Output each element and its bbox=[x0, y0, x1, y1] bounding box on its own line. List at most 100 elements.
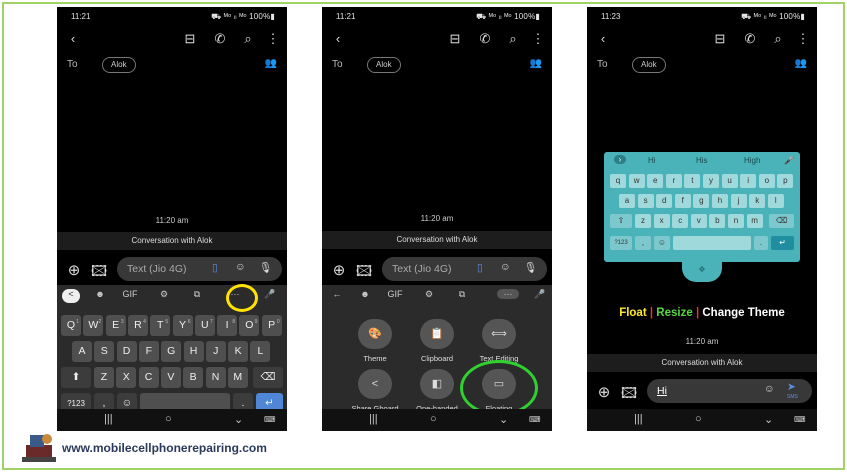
mic-icon[interactable]: 🎤 bbox=[260, 289, 280, 300]
back-icon[interactable]: ‹ bbox=[330, 31, 346, 46]
key-b[interactable]: B bbox=[183, 367, 204, 388]
palette-icon[interactable]: 🎨 bbox=[358, 319, 392, 349]
more-vert-icon[interactable]: ⋮ bbox=[265, 31, 281, 47]
back-nav-icon[interactable]: ⌄ bbox=[764, 413, 773, 426]
add-icon[interactable]: ⊕ bbox=[64, 261, 84, 287]
chat-icon[interactable]: ⊟ bbox=[182, 31, 198, 47]
chat-icon[interactable]: ⊟ bbox=[447, 31, 463, 47]
shift-key[interactable]: ⬆ bbox=[61, 367, 91, 388]
key-f[interactable]: f bbox=[674, 194, 691, 208]
recents-icon[interactable]: ||| bbox=[634, 413, 643, 425]
key-s[interactable]: s bbox=[637, 194, 654, 208]
group-icon[interactable]: 👥 bbox=[530, 58, 542, 69]
text-editing-icon[interactable]: ⟺ bbox=[482, 319, 516, 349]
key-x[interactable]: x bbox=[653, 214, 670, 228]
home-icon[interactable]: ○ bbox=[430, 413, 437, 425]
key-e[interactable]: E3 bbox=[105, 315, 126, 336]
more-vert-icon[interactable]: ⋮ bbox=[530, 31, 546, 47]
key-y[interactable]: Y6 bbox=[172, 315, 193, 336]
back-icon[interactable]: ‹ bbox=[65, 31, 81, 46]
floating-keyboard-drag-handle[interactable]: ✥ bbox=[682, 262, 722, 282]
keyboard-switch-icon[interactable]: ⌨ bbox=[529, 415, 541, 424]
enter-key[interactable]: ↵ bbox=[771, 236, 794, 250]
key-l[interactable]: L bbox=[250, 341, 271, 362]
share-icon[interactable]: < bbox=[358, 369, 392, 399]
key-o[interactable]: O9 bbox=[239, 315, 260, 336]
key-z[interactable]: Z bbox=[94, 367, 114, 388]
back-nav-icon[interactable]: ⌄ bbox=[499, 413, 508, 426]
sticker-icon[interactable]: ☻ bbox=[90, 289, 110, 299]
key-q[interactable]: q bbox=[610, 174, 626, 188]
key-n[interactable]: n bbox=[728, 214, 744, 228]
key-s[interactable]: S bbox=[94, 341, 115, 362]
key-g[interactable]: G bbox=[161, 341, 182, 362]
key-b[interactable]: b bbox=[709, 214, 726, 228]
clipboard-icon[interactable]: ▯ bbox=[477, 262, 483, 274]
mic-icon[interactable]: 🎤 bbox=[530, 289, 550, 300]
key-t[interactable]: T5 bbox=[150, 315, 171, 336]
keyboard-switch-icon[interactable]: ⌨ bbox=[264, 415, 276, 424]
comma-key[interactable]: , bbox=[635, 236, 651, 250]
sticker-icon[interactable]: ☻ bbox=[355, 289, 375, 299]
key-l[interactable]: l bbox=[767, 194, 784, 208]
recents-icon[interactable]: ||| bbox=[369, 413, 378, 425]
mic-icon[interactable]: 🎙 bbox=[259, 261, 272, 274]
settings-icon[interactable]: ⚙ bbox=[419, 289, 439, 300]
key-u[interactable]: U7 bbox=[194, 315, 215, 336]
key-c[interactable]: C bbox=[138, 367, 159, 388]
backspace-key[interactable]: ⌫ bbox=[769, 214, 794, 228]
key-m[interactable]: m bbox=[746, 214, 763, 228]
key-g[interactable]: g bbox=[693, 194, 710, 208]
emoji-icon[interactable]: ☺ bbox=[235, 261, 246, 273]
key-a[interactable]: A bbox=[72, 341, 92, 362]
recipient-chip[interactable]: Alok bbox=[367, 57, 401, 73]
key-d[interactable]: d bbox=[656, 194, 673, 208]
key-k[interactable]: k bbox=[749, 194, 766, 208]
message-input[interactable]: Hi ☺ ➤ SMS bbox=[647, 379, 812, 403]
space-key[interactable] bbox=[673, 236, 751, 250]
suggestion-expand-icon[interactable]: › bbox=[614, 155, 626, 164]
send-icon[interactable]: ➤ bbox=[787, 381, 796, 393]
gif-button[interactable]: GIF bbox=[120, 289, 140, 299]
key-t[interactable]: t bbox=[684, 174, 701, 188]
floating-keyboard[interactable]: › Hi His High 🎤 q w e r t y u i o p a s d f g h j k l ⇧ z x c v b n m ⌫?… bbox=[604, 152, 800, 262]
key-e[interactable]: e bbox=[647, 174, 664, 188]
emoji-icon[interactable]: ☺ bbox=[764, 383, 775, 395]
recipient-chip[interactable]: Alok bbox=[102, 57, 136, 73]
key-y[interactable]: y bbox=[703, 174, 719, 188]
gallery-icon[interactable]: 🖾 bbox=[89, 261, 109, 287]
suggestion-high[interactable]: High bbox=[744, 156, 760, 165]
back-icon[interactable]: ‹ bbox=[595, 31, 611, 46]
emoji-icon[interactable]: ☺ bbox=[500, 261, 511, 273]
key-h[interactable]: h bbox=[712, 194, 728, 208]
key-u[interactable]: u bbox=[721, 174, 738, 188]
key-q[interactable]: Q1 bbox=[61, 315, 81, 336]
key-c[interactable]: c bbox=[672, 214, 689, 228]
one-handed-icon[interactable]: ◧ bbox=[420, 369, 454, 399]
key-i[interactable]: I8 bbox=[217, 315, 238, 336]
more-icon[interactable]: ··· bbox=[497, 289, 519, 299]
key-z[interactable]: z bbox=[635, 214, 651, 228]
chat-icon[interactable]: ⊟ bbox=[712, 31, 728, 47]
clipboard-icon[interactable]: 📋 bbox=[420, 319, 454, 349]
key-r[interactable]: R4 bbox=[127, 315, 148, 336]
add-icon[interactable]: ⊕ bbox=[594, 383, 614, 409]
clipboard-icon[interactable]: ⧉ bbox=[187, 289, 207, 300]
mic-icon[interactable]: 🎙 bbox=[524, 261, 537, 274]
suggestion-hi[interactable]: Hi bbox=[648, 156, 656, 165]
recipient-chip[interactable]: Alok bbox=[632, 57, 666, 73]
home-icon[interactable]: ○ bbox=[165, 413, 172, 425]
clipboard-icon[interactable]: ⧉ bbox=[452, 289, 472, 300]
back-arrow-icon[interactable]: ← bbox=[327, 289, 347, 299]
group-icon[interactable]: 👥 bbox=[795, 58, 807, 69]
key-h[interactable]: H bbox=[183, 341, 204, 362]
add-icon[interactable]: ⊕ bbox=[329, 261, 349, 287]
footer-site[interactable]: www.mobilecellphonerepairing.com bbox=[62, 441, 267, 455]
key-w[interactable]: W2 bbox=[83, 315, 104, 336]
more-vert-icon[interactable]: ⋮ bbox=[795, 31, 811, 47]
gif-button[interactable]: GIF bbox=[385, 289, 405, 299]
suggestion-his[interactable]: His bbox=[696, 156, 708, 165]
message-input[interactable]: Text (Jio 4G) ▯ ☺ 🎙 bbox=[382, 257, 547, 281]
emoji-key[interactable]: ☺ bbox=[654, 236, 670, 250]
key-v[interactable]: v bbox=[690, 214, 707, 228]
